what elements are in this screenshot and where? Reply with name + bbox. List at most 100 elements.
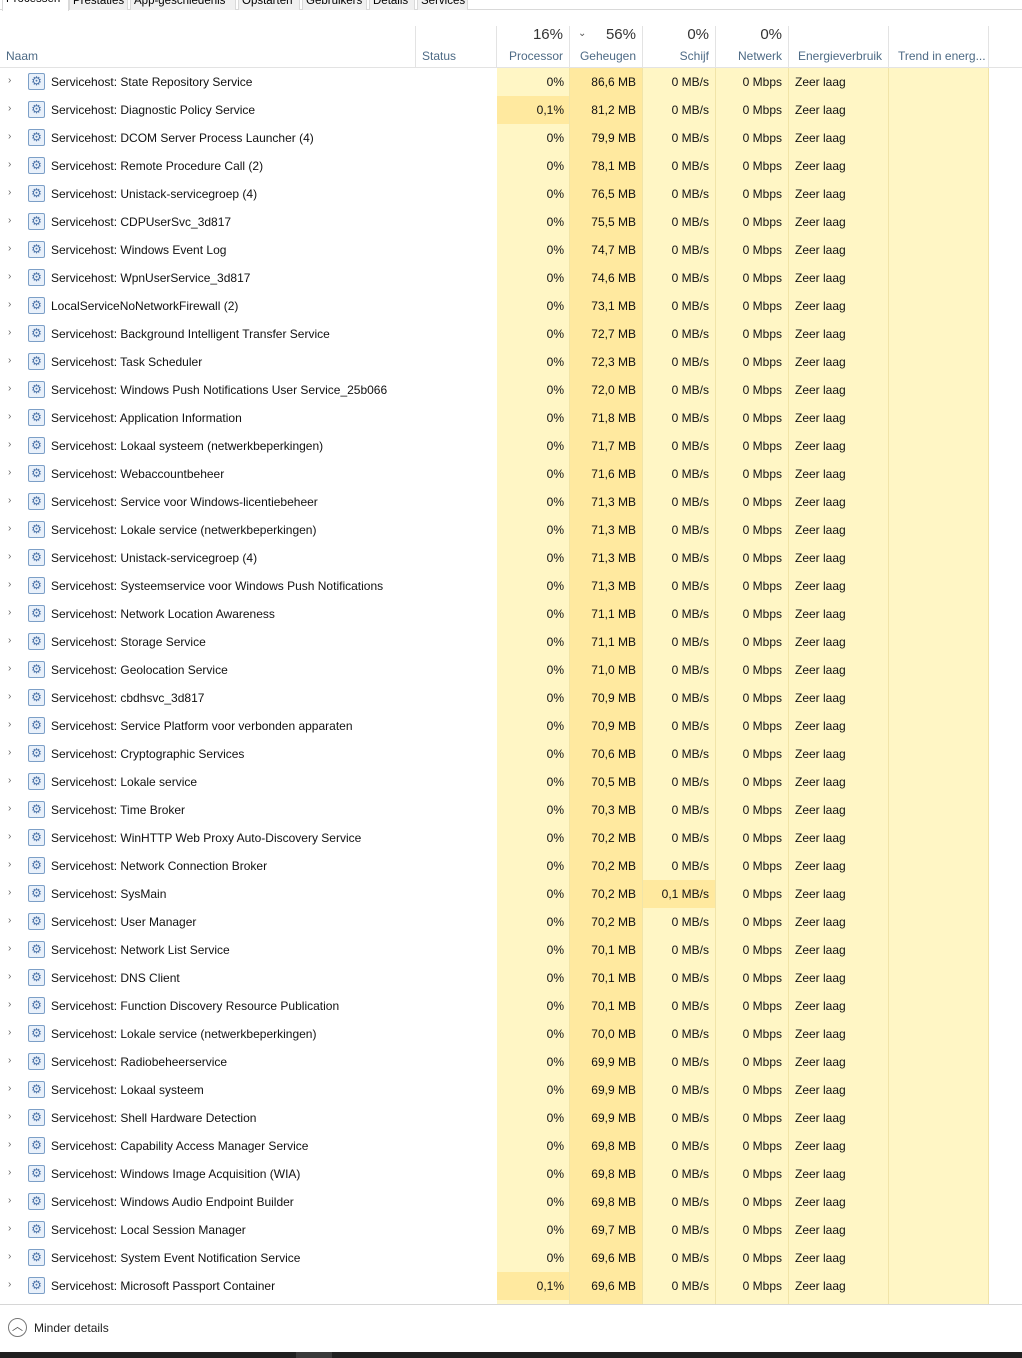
chevron-right-icon[interactable]: ›: [8, 691, 11, 702]
tab-opstarten[interactable]: Opstarten: [238, 0, 300, 10]
table-row[interactable]: › ⚙ Servicehost: Diagnostic Policy Service…: [0, 96, 1022, 124]
chevron-right-icon[interactable]: ›: [8, 1279, 11, 1290]
table-row[interactable]: › ⚙ Servicehost: cbdhsvc_3d817 0% 70,9 MB 0 M…: [0, 684, 1022, 712]
tab-services[interactable]: Services: [417, 0, 468, 10]
chevron-right-icon[interactable]: ›: [8, 831, 11, 842]
table-row[interactable]: › ⚙ Servicehost: DNS Client 0% 70,1 MB 0 MB/s…: [0, 964, 1022, 992]
table-row[interactable]: › ⚙ Servicehost: Unistack-servicegroep (4)…: [0, 180, 1022, 208]
chevron-right-icon[interactable]: ›: [8, 215, 11, 226]
chevron-right-icon[interactable]: ›: [8, 1111, 11, 1122]
chevron-right-icon[interactable]: ›: [8, 103, 11, 114]
table-row[interactable]: › ⚙ Servicehost: Network Location Awarenes…: [0, 600, 1022, 628]
table-row[interactable]: › ⚙ Servicehost: Windows Image Acquisition…: [0, 1160, 1022, 1188]
table-row[interactable]: › ⚙ Servicehost: Background Intelligent Tr…: [0, 320, 1022, 348]
table-row[interactable]: › ⚙ Servicehost: Lokale service (netwerkbe…: [0, 1020, 1022, 1048]
table-row[interactable]: › ⚙ Servicehost: Webaccountbeheer 0% 71,6 MB…: [0, 460, 1022, 488]
table-row[interactable]: › ⚙ Servicehost: WinHTTP Web Proxy Auto-Di…: [0, 824, 1022, 852]
tab-app-geschiedenis[interactable]: App-geschiedenis: [130, 0, 236, 10]
column-header-netwerk[interactable]: 0% Netwerk: [716, 26, 789, 68]
table-row[interactable]: › ⚙ Servicehost: Task Scheduler 0% 72,3 MB 0 …: [0, 348, 1022, 376]
tab-gebruikers[interactable]: Gebruikers: [302, 0, 367, 10]
chevron-right-icon[interactable]: ›: [8, 887, 11, 898]
column-header-energieverbruik[interactable]: Energieverbruik: [789, 26, 889, 68]
chevron-right-icon[interactable]: ›: [8, 803, 11, 814]
table-row[interactable]: › ⚙ Servicehost: Time Broker 0% 70,3 MB 0 MB/…: [0, 796, 1022, 824]
column-header-naam[interactable]: Naam: [0, 26, 416, 68]
chevron-right-icon[interactable]: ›: [8, 439, 11, 450]
table-row[interactable]: › ⚙ Servicehost: CDPUserSvc_3d817 0% 75,5 MB…: [0, 208, 1022, 236]
chevron-right-icon[interactable]: ›: [8, 1083, 11, 1094]
chevron-right-icon[interactable]: ›: [8, 1167, 11, 1178]
chevron-right-icon[interactable]: ›: [8, 383, 11, 394]
column-header-schijf[interactable]: 0% Schijf: [643, 26, 716, 68]
chevron-right-icon[interactable]: ›: [8, 971, 11, 982]
table-row[interactable]: › ⚙ Servicehost: Network Connection Broker…: [0, 852, 1022, 880]
table-row[interactable]: › ⚙ Servicehost: Microsoft Passport Contai…: [0, 1272, 1022, 1300]
chevron-right-icon[interactable]: ›: [8, 1223, 11, 1234]
table-row[interactable]: › ⚙ Servicehost: Function Discovery Resour…: [0, 992, 1022, 1020]
table-row[interactable]: › ⚙ Servicehost: Radiobeheerservice 0% 69,9 …: [0, 1048, 1022, 1076]
chevron-right-icon[interactable]: ›: [8, 271, 11, 282]
table-row[interactable]: › ⚙ Servicehost: Geolocation Service 0% 71,0…: [0, 656, 1022, 684]
table-row[interactable]: › ⚙ Servicehost: Windows Audio Endpoint Bu…: [0, 1188, 1022, 1216]
column-header-processor[interactable]: 16% Processor: [497, 26, 570, 68]
chevron-right-icon[interactable]: ›: [8, 775, 11, 786]
chevron-right-icon[interactable]: ›: [8, 1139, 11, 1150]
table-row[interactable]: › ⚙ Servicehost: State Repository Service 0…: [0, 68, 1022, 96]
chevron-right-icon[interactable]: ›: [8, 551, 11, 562]
chevron-right-icon[interactable]: ›: [8, 467, 11, 478]
table-row[interactable]: › ⚙ Servicehost: Lokaal systeem 0% 69,9 MB 0 …: [0, 1076, 1022, 1104]
table-row[interactable]: › ⚙ Servicehost: Local Session Manager 0% 69…: [0, 1216, 1022, 1244]
table-row[interactable]: › ⚙ Servicehost: SysMain 0% 70,2 MB 0,1 MB/s 0…: [0, 880, 1022, 908]
chevron-right-icon[interactable]: ›: [8, 1195, 11, 1206]
table-row[interactable]: › ⚙ Servicehost: Remote Procedure Call (2)…: [0, 152, 1022, 180]
chevron-right-icon[interactable]: ›: [8, 663, 11, 674]
table-row[interactable]: › ⚙ Servicehost: Shell Hardware Detection 0…: [0, 1104, 1022, 1132]
table-row[interactable]: › ⚙ Servicehost: Windows Push Notification…: [0, 376, 1022, 404]
table-row[interactable]: › ⚙ Servicehost: DCOM Server Process Launc…: [0, 124, 1022, 152]
chevron-right-icon[interactable]: ›: [8, 943, 11, 954]
table-row[interactable]: › ⚙ Servicehost: Lokaal systeem (netwerkbe…: [0, 432, 1022, 460]
table-row[interactable]: › ⚙ Servicehost: Windows Event Log 0% 74,7 M…: [0, 236, 1022, 264]
chevron-up-circle-icon[interactable]: ︿: [8, 1318, 27, 1337]
chevron-right-icon[interactable]: ›: [8, 495, 11, 506]
tab-prestaties[interactable]: Prestaties: [69, 0, 128, 10]
chevron-right-icon[interactable]: ›: [8, 299, 11, 310]
table-row[interactable]: › ⚙ Servicehost: Network List Service 0% 70,…: [0, 936, 1022, 964]
chevron-right-icon[interactable]: ›: [8, 243, 11, 254]
table-row[interactable]: › ⚙ Servicehost: Lokale service 0% 70,5 MB 0 …: [0, 768, 1022, 796]
tab-processen[interactable]: Processen: [2, 0, 69, 11]
chevron-right-icon[interactable]: ›: [8, 327, 11, 338]
table-row[interactable]: › ⚙ Servicehost: Unistack-servicegroep (4)…: [0, 544, 1022, 572]
minder-details-link[interactable]: Minder details: [34, 1321, 109, 1335]
chevron-right-icon[interactable]: ›: [8, 859, 11, 870]
table-row[interactable]: › ⚙ Servicehost: WpnUserService_3d817 0% 74,…: [0, 264, 1022, 292]
table-row[interactable]: › ⚙ Servicehost: User Manager 0% 70,2 MB 0 MB…: [0, 908, 1022, 936]
table-row[interactable]: › ⚙ Servicehost: Application Information 0%…: [0, 404, 1022, 432]
chevron-right-icon[interactable]: ›: [8, 1251, 11, 1262]
chevron-right-icon[interactable]: ›: [8, 355, 11, 366]
column-header-status[interactable]: Status: [416, 26, 497, 68]
table-row[interactable]: › ⚙ Servicehost: Service voor Windows-lice…: [0, 488, 1022, 516]
chevron-right-icon[interactable]: ›: [8, 607, 11, 618]
table-row[interactable]: › ⚙ Servicehost: Capability Access Manager…: [0, 1132, 1022, 1160]
table-row[interactable]: › ⚙ Servicehost: System Event Notification…: [0, 1244, 1022, 1272]
chevron-right-icon[interactable]: ›: [8, 1055, 11, 1066]
chevron-right-icon[interactable]: ›: [8, 187, 11, 198]
chevron-right-icon[interactable]: ›: [8, 719, 11, 730]
table-row[interactable]: › ⚙ LocalServiceNoNetworkFirewall (2) 0% 73,…: [0, 292, 1022, 320]
chevron-right-icon[interactable]: ›: [8, 131, 11, 142]
chevron-right-icon[interactable]: ›: [8, 1027, 11, 1038]
chevron-right-icon[interactable]: ›: [8, 75, 11, 86]
chevron-right-icon[interactable]: ›: [8, 747, 11, 758]
chevron-right-icon[interactable]: ›: [8, 523, 11, 534]
chevron-right-icon[interactable]: ›: [8, 999, 11, 1010]
chevron-right-icon[interactable]: ›: [8, 411, 11, 422]
column-header-trend[interactable]: Trend in energ...: [889, 26, 989, 68]
tab-details[interactable]: Details: [369, 0, 415, 10]
table-row[interactable]: › ⚙ Servicehost: Cryptographic Services 0% 7…: [0, 740, 1022, 768]
column-header-geheugen[interactable]: ⌄ 56% Geheugen: [570, 26, 643, 68]
table-row[interactable]: › ⚙ Servicehost: Systeemservice voor Windo…: [0, 572, 1022, 600]
chevron-right-icon[interactable]: ›: [8, 579, 11, 590]
table-row[interactable]: › ⚙ Servicehost: Service Platform voor ver…: [0, 712, 1022, 740]
